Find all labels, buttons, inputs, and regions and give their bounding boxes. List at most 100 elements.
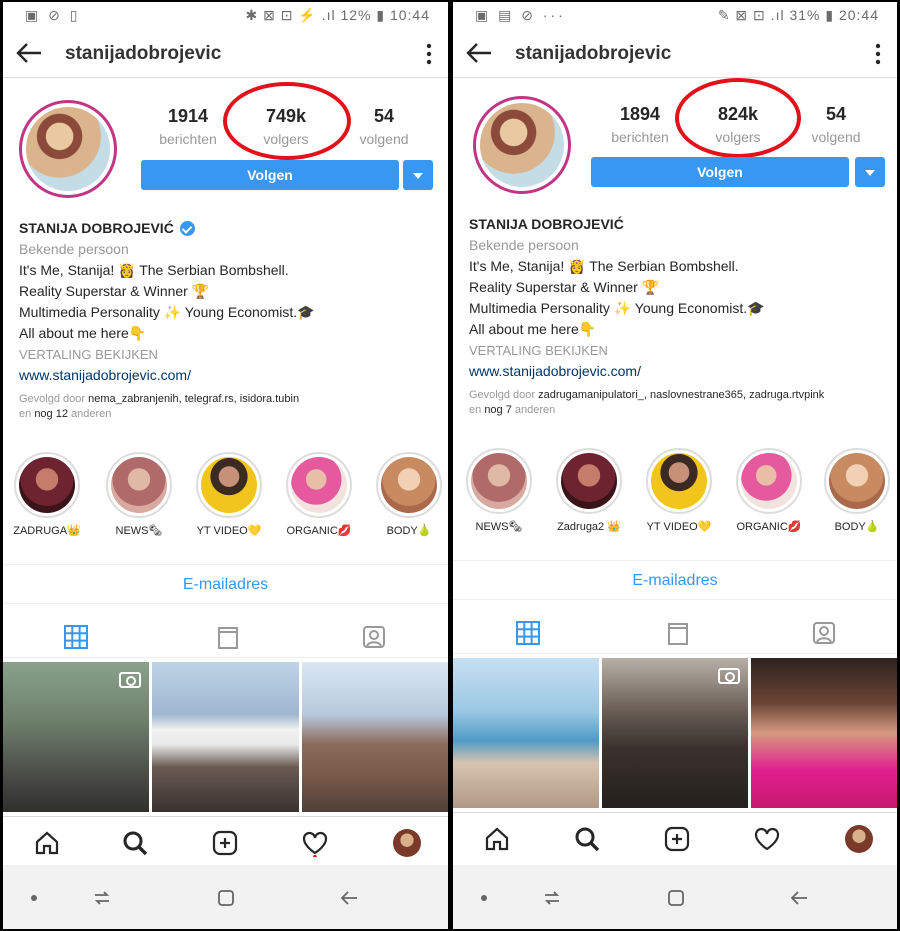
- igtv-tab-icon[interactable]: [665, 620, 691, 646]
- suggestions-dropdown-button[interactable]: [855, 157, 885, 187]
- home-button-icon[interactable]: [215, 887, 237, 909]
- video-camera-icon: [718, 668, 740, 684]
- highlight-item[interactable]: BODY🍐: [369, 452, 448, 537]
- heart-activity-icon[interactable]: [301, 829, 329, 857]
- highlight-item[interactable]: Zadruga2 👑: [549, 448, 629, 533]
- followed-by[interactable]: Gevolgd door nema_zabranjenih, telegraf.…: [19, 392, 438, 422]
- search-icon[interactable]: [121, 829, 149, 857]
- highlight-item[interactable]: ORGANIC💋: [729, 448, 809, 533]
- highlight-item[interactable]: NEWS🗞: [99, 452, 179, 537]
- profile-avatar[interactable]: [19, 100, 117, 198]
- highlight-item[interactable]: ORGANIC💋: [279, 452, 359, 537]
- highlight-label: BODY🍐: [386, 525, 432, 537]
- highlight-item[interactable]: ZADRUGA👑: [7, 452, 87, 537]
- igtv-tab-icon[interactable]: [215, 624, 241, 650]
- highlight-label: Zadruga2 👑: [557, 521, 621, 533]
- new-post-icon[interactable]: [663, 825, 691, 853]
- stat-following[interactable]: 54 volgend: [339, 106, 429, 147]
- stat-posts[interactable]: 1894 berichten: [595, 104, 685, 145]
- profile-tabs: [3, 614, 448, 658]
- back-arrow-icon[interactable]: [463, 38, 495, 68]
- profile-avatar[interactable]: [473, 96, 571, 194]
- highlight-thumbnail: [19, 457, 75, 513]
- bottom-navigation: [3, 816, 448, 866]
- more-options-icon[interactable]: [873, 42, 883, 66]
- recent-apps-icon[interactable]: [541, 887, 563, 909]
- home-icon[interactable]: [483, 825, 511, 853]
- stat-posts[interactable]: 1914 berichten: [143, 106, 233, 147]
- post-thumbnail[interactable]: [301, 662, 448, 812]
- home-button-icon[interactable]: [665, 887, 687, 909]
- see-translation-link[interactable]: VERTALING BEKIJKEN: [19, 344, 438, 365]
- post-thumbnail[interactable]: [751, 658, 897, 808]
- tagged-photos-icon[interactable]: [361, 624, 387, 650]
- search-icon[interactable]: [573, 825, 601, 853]
- post-thumbnail[interactable]: [602, 658, 748, 808]
- bio-line-2: Reality Superstar & Winner 🏆: [469, 279, 660, 295]
- home-icon[interactable]: [33, 829, 61, 857]
- highlight-item[interactable]: BODY🍐: [817, 448, 897, 533]
- see-translation-link[interactable]: VERTALING BEKIJKEN: [469, 340, 887, 361]
- highlight-thumbnail: [561, 453, 617, 509]
- post-thumbnail[interactable]: [3, 662, 150, 812]
- grid-view-icon[interactable]: [63, 624, 89, 650]
- back-button-icon[interactable]: [789, 887, 811, 909]
- highlight-item[interactable]: YT VIDEO💛: [189, 452, 269, 537]
- highlight-item[interactable]: NEWS🗞: [459, 448, 539, 533]
- follow-button[interactable]: Volgen: [591, 157, 849, 187]
- profile-category: Bekende persoon: [469, 237, 579, 253]
- status-info: ✎ ⊠ ⊡ .ıl 31% ▮ 20:44: [717, 7, 879, 23]
- email-button[interactable]: E-mailadres: [453, 560, 897, 600]
- post-thumbnail[interactable]: [152, 662, 299, 812]
- followed-and: en: [19, 408, 32, 420]
- highlight-thumbnail: [741, 453, 797, 509]
- profile-name: STANIJA DOBROJEVIĆ: [469, 214, 887, 235]
- back-button-icon[interactable]: [339, 887, 361, 909]
- highlight-thumbnail: [201, 457, 257, 513]
- story-highlights: NEWS🗞 Zadruga2 👑 YT VIDEO💛 ORGANIC💋 BODY…: [453, 448, 897, 548]
- highlight-label: BODY🍐: [834, 521, 880, 533]
- back-arrow-icon[interactable]: [13, 38, 45, 68]
- website-link[interactable]: www.stanijadobrojevic.com/: [469, 361, 887, 382]
- website-link[interactable]: www.stanijadobrojevic.com/: [19, 365, 438, 386]
- recent-apps-icon[interactable]: [91, 887, 113, 909]
- profile-header: stanijadobrojevic: [3, 30, 448, 78]
- followed-by[interactable]: Gevolgd door zadrugamanipulatori_, naslo…: [469, 388, 887, 418]
- posts-grid: [3, 662, 448, 812]
- more-options-icon[interactable]: [424, 42, 434, 66]
- highlight-label: ORGANIC💋: [286, 525, 352, 537]
- status-icons: ▣ ▤ ⊘ ···: [475, 7, 566, 23]
- heart-activity-icon[interactable]: [753, 825, 781, 853]
- bio-section: STANIJA DOBROJEVIĆ Bekende persoon It's …: [469, 214, 887, 418]
- profile-avatar-icon[interactable]: [393, 829, 421, 857]
- tagged-photos-icon[interactable]: [811, 620, 837, 646]
- highlight-thumbnail: [111, 457, 167, 513]
- red-highlight-circle: [223, 82, 351, 160]
- following-count: 54: [373, 106, 395, 126]
- followed-prefix: Gevolgd door: [469, 389, 536, 401]
- status-icons: ▣ ⊘ ▯: [25, 7, 81, 23]
- dot-icon[interactable]: [23, 887, 45, 909]
- status-bar: ▣ ⊘ ▯ ✱ ⊠ ⊡ ⚡ .ıl 12% ▮ 10:44: [3, 2, 448, 30]
- followed-and: en: [469, 404, 482, 416]
- bio-line-3: Multimedia Personality ✨ Young Economist…: [19, 304, 315, 320]
- grid-view-icon[interactable]: [515, 620, 541, 646]
- android-navigation-bar: [453, 865, 897, 929]
- email-button[interactable]: E-mailadres: [3, 564, 448, 604]
- stat-following[interactable]: 54 volgend: [791, 104, 881, 145]
- follow-button[interactable]: Volgen: [141, 160, 399, 190]
- highlight-item[interactable]: YT VIDEO💛: [639, 448, 719, 533]
- new-post-icon[interactable]: [211, 829, 239, 857]
- username-title: stanijadobrojevic: [65, 43, 222, 64]
- username-title: stanijadobrojevic: [515, 43, 672, 64]
- posts-label: berichten: [611, 129, 669, 145]
- suggestions-dropdown-button[interactable]: [403, 160, 433, 190]
- post-thumbnail[interactable]: [453, 658, 599, 808]
- followed-prefix: Gevolgd door: [19, 393, 86, 405]
- dot-icon[interactable]: [473, 887, 495, 909]
- bio-line-3: Multimedia Personality ✨ Young Economist…: [469, 300, 765, 316]
- followed-count: nog 12: [34, 408, 68, 420]
- highlight-label: NEWS🗞: [115, 525, 163, 537]
- profile-avatar-icon[interactable]: [845, 825, 873, 853]
- bio-line-4: All about me here👇: [19, 325, 147, 341]
